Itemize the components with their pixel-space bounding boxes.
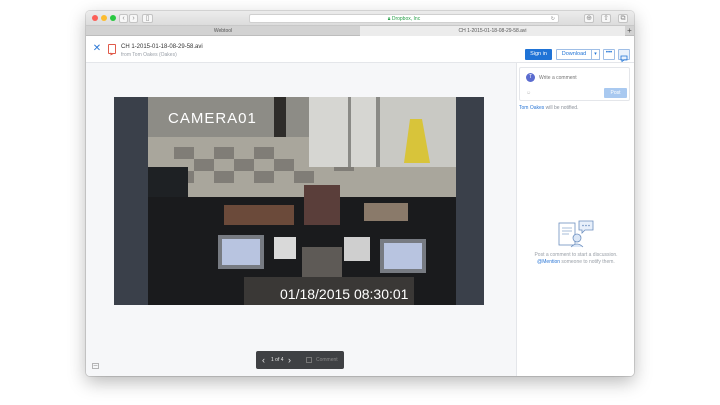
comment-mode-button[interactable]: Comment bbox=[316, 351, 338, 369]
tab-current-file[interactable]: CH 1-2015-01-18-08-29-58.avi bbox=[360, 26, 625, 36]
camera-label: CAMERA01 bbox=[168, 110, 257, 127]
notify-text: will be notified. bbox=[544, 105, 579, 111]
comment-input[interactable] bbox=[539, 74, 624, 82]
page-indicator: 1 of 4 bbox=[271, 357, 284, 363]
notify-name[interactable]: Tom Oakes bbox=[519, 105, 544, 111]
comments-panel-icon[interactable] bbox=[618, 49, 630, 63]
lock-icon: 🔒︎ bbox=[387, 16, 391, 22]
download-indicator-icon[interactable]: ⊕ bbox=[584, 14, 594, 23]
forward-icon[interactable]: › bbox=[129, 14, 138, 23]
browser-window: ‹ › ▯ 🔒︎ Dropbox, Inc ↻ ⊕ ⇧ ⧉ Webtool CH… bbox=[86, 11, 634, 376]
address-text: Dropbox, Inc bbox=[391, 16, 421, 22]
close-preview-icon[interactable]: ✕ bbox=[92, 44, 102, 54]
comment-composer: T ☺ Post bbox=[519, 67, 630, 101]
address-bar[interactable]: 🔒︎ Dropbox, Inc ↻ bbox=[249, 14, 559, 23]
previous-page-icon[interactable]: ‹ bbox=[262, 351, 265, 369]
more-options-button[interactable]: ••• bbox=[603, 49, 615, 60]
file-owner: from Tom Oakes (Oakes) bbox=[121, 52, 177, 58]
mention-link[interactable]: @Mention bbox=[537, 259, 560, 265]
keyboard-shortcuts-icon[interactable] bbox=[92, 363, 99, 369]
avatar: T bbox=[526, 73, 535, 82]
download-button[interactable]: Download bbox=[556, 49, 592, 60]
close-window-button[interactable] bbox=[92, 15, 98, 21]
video-frame: CAMERA01 01/18/2015 08:30:01 bbox=[114, 97, 484, 305]
comments-sidebar: T ☺ Post Tom Oakes will be notified. Pos… bbox=[516, 63, 634, 376]
minimize-window-button[interactable] bbox=[101, 15, 107, 21]
video-player[interactable]: CAMERA01 01/18/2015 08:30:01 bbox=[114, 97, 484, 305]
preview-area: CAMERA01 01/18/2015 08:30:01 ‹ 1 of 4 › … bbox=[86, 63, 516, 376]
sign-in-button[interactable]: Sign in bbox=[525, 49, 552, 60]
empty-line-2-text: someone to notify them. bbox=[560, 259, 615, 265]
back-icon[interactable]: ‹ bbox=[119, 14, 128, 23]
download-options-chevron-icon[interactable]: ▾ bbox=[591, 49, 600, 60]
share-icon[interactable]: ⇧ bbox=[601, 14, 611, 23]
browser-titlebar: ‹ › ▯ 🔒︎ Dropbox, Inc ↻ ⊕ ⇧ ⧉ bbox=[86, 11, 634, 26]
reload-icon[interactable]: ↻ bbox=[551, 15, 555, 23]
empty-comments-message: Post a comment to start a discussion. @M… bbox=[525, 252, 627, 266]
video-timestamp: 01/18/2015 08:30:01 bbox=[280, 286, 409, 302]
tab-webtool[interactable]: Webtool bbox=[86, 26, 360, 36]
sidebar-icon[interactable]: ▯ bbox=[142, 14, 153, 23]
next-page-icon[interactable]: › bbox=[288, 351, 291, 369]
file-name: CH 1-2015-01-18-08-29-58.avi bbox=[121, 44, 203, 50]
comment-icon[interactable] bbox=[306, 357, 312, 363]
notify-message: Tom Oakes will be notified. bbox=[519, 105, 578, 111]
new-tab-button[interactable]: + bbox=[625, 26, 634, 36]
maximize-window-button[interactable] bbox=[110, 15, 116, 21]
tabs-overview-icon[interactable]: ⧉ bbox=[618, 14, 628, 23]
empty-line-1: Post a comment to start a discussion. bbox=[534, 252, 618, 258]
discussion-icon bbox=[558, 220, 594, 248]
page-navigator: ‹ 1 of 4 › Comment bbox=[256, 351, 344, 369]
file-preview-header: ✕ CH 1-2015-01-18-08-29-58.avi from Tom … bbox=[86, 36, 634, 63]
emoji-icon[interactable]: ☺ bbox=[526, 90, 531, 96]
tab-bar: Webtool CH 1-2015-01-18-08-29-58.avi + bbox=[86, 26, 634, 36]
empty-line-2: @Mention someone to notify them. bbox=[525, 259, 627, 266]
video-file-icon bbox=[108, 44, 116, 56]
post-button[interactable]: Post bbox=[604, 88, 627, 98]
